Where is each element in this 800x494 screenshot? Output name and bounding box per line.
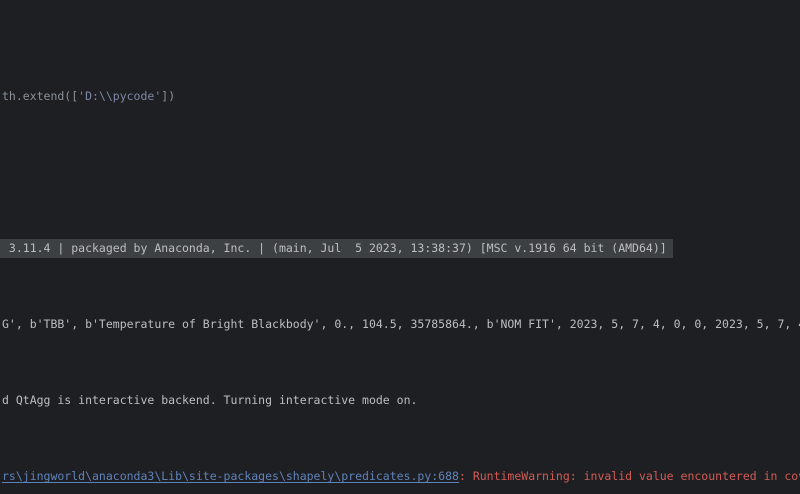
- blank-line: [2, 163, 800, 182]
- clipped-code-line: th.extend(['D:\\pycode']): [2, 87, 800, 106]
- file-link[interactable]: rs\jingworld\anaconda3\Lib\site-packages…: [2, 469, 459, 483]
- hdf-data-line: G', b'TBB', b'Temperature of Bright Blac…: [2, 315, 800, 334]
- python-version-banner: 3.11.4 | packaged by Anaconda, Inc. | (m…: [0, 239, 673, 258]
- python-version-line: 3.11.4 | packaged by Anaconda, Inc. | (m…: [2, 239, 800, 258]
- backend-status-line: d QtAgg is interactive backend. Turning …: [2, 391, 800, 410]
- code-fragment-prefix: th.extend([: [2, 89, 78, 103]
- warning-line: rs\jingworld\anaconda3\Lib\site-packages…: [2, 467, 800, 486]
- warning-message: : RuntimeWarning: invalid value encounte…: [459, 469, 800, 483]
- console-lines: th.extend(['D:\\pycode']) 3.11.4 | packa…: [0, 30, 800, 494]
- code-fragment-string: 'D:\\pycode': [78, 89, 161, 103]
- python-console-output[interactable]: th.extend(['D:\\pycode']) 3.11.4 | packa…: [0, 0, 800, 494]
- code-fragment-suffix: ]): [161, 89, 175, 103]
